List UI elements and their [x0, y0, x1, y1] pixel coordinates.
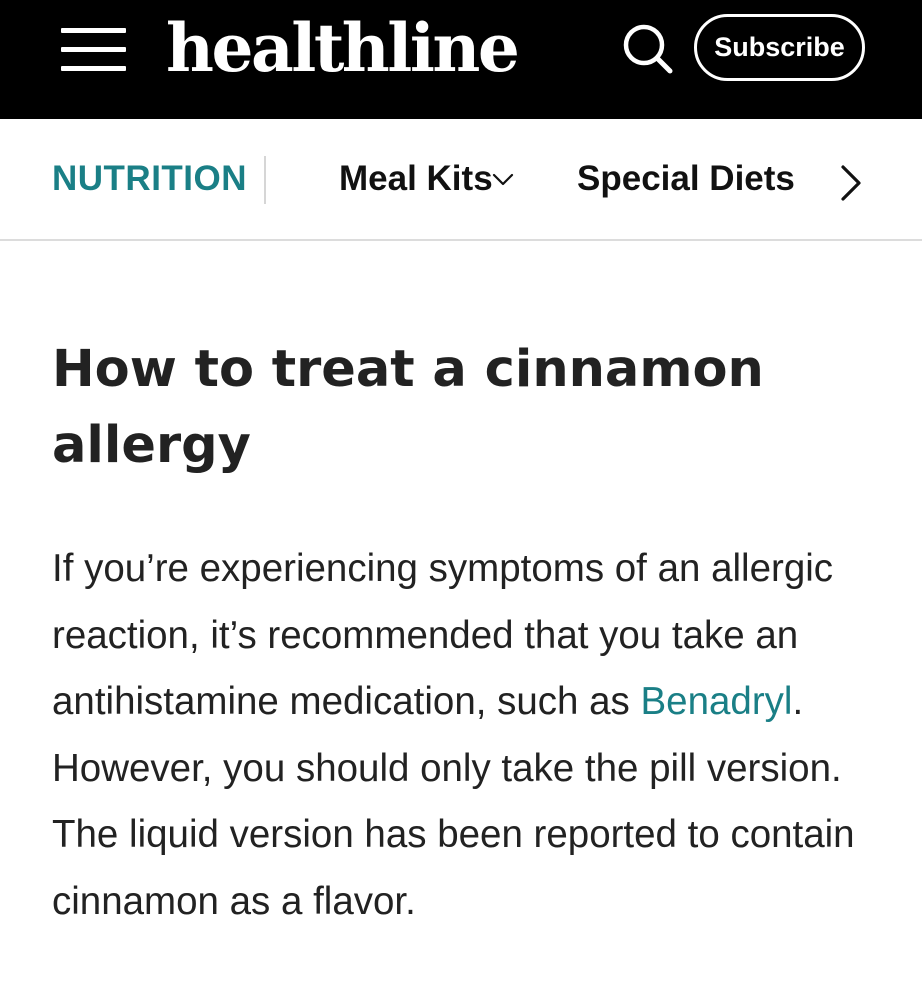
benadryl-link[interactable]: Benadryl: [641, 680, 793, 723]
menu-line: [61, 28, 126, 33]
hamburger-menu-icon[interactable]: [61, 28, 126, 72]
search-icon[interactable]: [622, 23, 674, 75]
nav-divider: [264, 156, 266, 204]
healthline-logo[interactable]: healthline: [166, 8, 520, 88]
section-nav: NUTRITION Meal Kits Special Diets: [0, 119, 922, 241]
subscribe-button[interactable]: Subscribe: [694, 14, 865, 81]
article-paragraph: If you’re experiencing symptoms of an al…: [52, 536, 892, 935]
site-header: healthline Subscribe: [0, 0, 922, 119]
menu-line: [61, 66, 126, 71]
article-heading: How to treat a cinnamon allergy: [52, 340, 764, 475]
section-label-nutrition[interactable]: NUTRITION: [52, 157, 247, 201]
nav-item-meal-kits[interactable]: Meal Kits: [339, 157, 493, 201]
chevron-right-icon[interactable]: [835, 163, 865, 203]
chevron-down-icon[interactable]: [492, 172, 514, 188]
nav-item-special-diets[interactable]: Special Diets: [577, 157, 795, 201]
menu-line: [61, 47, 126, 52]
